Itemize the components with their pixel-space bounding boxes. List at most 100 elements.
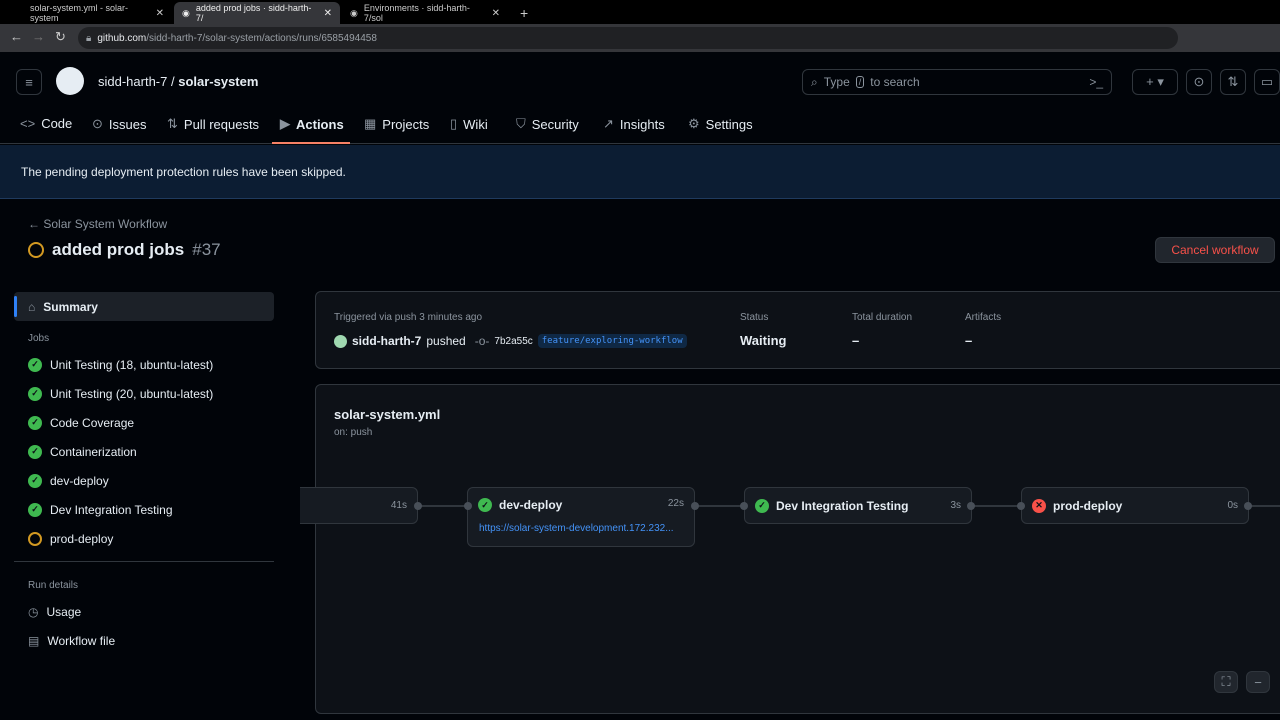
zoom-out-icon[interactable]: − xyxy=(1246,671,1270,693)
connector-dot xyxy=(464,502,472,510)
tab-pull-requests[interactable]: ⇅ Pull requests xyxy=(167,116,259,132)
sidebar-item-summary[interactable]: ⌂ Summary xyxy=(14,292,274,321)
connector-dot xyxy=(414,502,422,510)
sidebar-job-item[interactable]: prod-deploy xyxy=(14,524,274,553)
close-icon[interactable]: ✕ xyxy=(324,8,332,19)
new-tab-button[interactable]: + xyxy=(512,2,536,24)
address-bar-row: ← → ↻ 🔒︎ github.com/sidd-harth-7/solar-sy… xyxy=(0,24,1280,52)
run-number: #37 xyxy=(192,240,221,259)
book-icon: ▯ xyxy=(450,116,458,131)
job-duration: 22s xyxy=(667,498,684,509)
sidebar-job-item[interactable]: ✓ Code Coverage xyxy=(14,408,274,437)
workflow-trigger: on: push xyxy=(334,427,373,438)
github-icon: ◉ xyxy=(182,7,190,18)
tab-settings[interactable]: ⚙ Settings xyxy=(688,116,753,132)
graph-icon: ↗ xyxy=(603,116,614,131)
sidebar-job-item[interactable]: ✓ Containerization xyxy=(14,437,274,466)
tab-label: Security xyxy=(531,116,579,132)
sidebar-item-workflow-file[interactable]: ▤ Workflow file xyxy=(14,626,274,655)
connector-dot xyxy=(1017,502,1025,510)
actor-link[interactable]: sidd-harth-7 xyxy=(352,334,421,348)
tab-actions[interactable]: ▶ Actions xyxy=(280,116,344,132)
browser-tab[interactable]: solar-system.yml - solar-system ✕ xyxy=(22,2,172,24)
tab-code[interactable]: <> Code xyxy=(20,116,72,131)
job-connector xyxy=(972,505,1022,507)
pull-requests-icon[interactable]: ⇅ xyxy=(1220,69,1246,95)
sidebar-job-item[interactable]: ✓ Unit Testing (18, ubuntu-latest) xyxy=(14,350,274,379)
github-logo-icon[interactable] xyxy=(56,67,84,95)
tab-label: Wiki xyxy=(463,116,488,132)
close-icon[interactable]: ✕ xyxy=(156,8,164,19)
check-icon: ✓ xyxy=(28,357,42,372)
job-duration: 41s xyxy=(390,500,407,511)
tab-issues[interactable]: ⊙ Issues xyxy=(92,116,146,132)
search-input[interactable]: ⌕ Type / to search >_ xyxy=(802,69,1112,95)
tab-label: Pull requests xyxy=(183,116,260,132)
trigger-text: Triggered via push 3 minutes ago xyxy=(334,312,483,323)
tab-title: solar-system.yml - solar-system xyxy=(30,3,129,23)
url-domain: github.com xyxy=(97,32,147,44)
url-input[interactable]: 🔒︎ github.com/sidd-harth-7/solar-system/a… xyxy=(78,27,1178,49)
job-name: prod-deploy xyxy=(1053,498,1123,513)
check-icon: ✓ xyxy=(755,498,769,513)
jobs-heading: Jobs xyxy=(28,333,50,344)
gear-icon: ⚙ xyxy=(688,116,700,131)
back-to-workflow-link[interactable]: ← Solar System Workflow xyxy=(28,217,167,231)
sidebar-job-item[interactable]: ✓ dev-deploy xyxy=(14,466,274,495)
tab-wiki[interactable]: ▯ Wiki xyxy=(450,116,488,132)
tab-security[interactable]: ⛉ Security xyxy=(516,116,579,132)
connector-dot xyxy=(691,502,699,510)
tab-title: Environments · sidd-harth-7/sol xyxy=(363,3,470,23)
active-tab-underline xyxy=(272,142,350,144)
workflow-job-node-dev-deploy[interactable]: ✓ dev-deploy 22s https://solar-system-deve… xyxy=(467,487,695,547)
connector-dot xyxy=(1244,502,1252,510)
branch-badge[interactable]: feature/exploring-workflow xyxy=(537,334,687,348)
close-icon[interactable]: ✕ xyxy=(492,8,500,19)
status-value: Waiting xyxy=(740,333,787,348)
sidebar-job-item[interactable]: ✓ Unit Testing (20, ubuntu-latest) xyxy=(14,379,274,408)
environment-url-link[interactable]: https://solar-system-development.172.232… xyxy=(479,523,674,534)
search-icon: ⌕ xyxy=(811,74,818,89)
browser-tab[interactable]: ◉ Environments · sidd-harth-7/sol ✕ xyxy=(342,2,508,24)
repo-link[interactable]: solar-system xyxy=(178,74,258,89)
sidebar-item-usage[interactable]: ◷ Usage xyxy=(14,597,274,626)
duration-label: Total duration xyxy=(852,312,913,323)
fullscreen-icon[interactable]: ⛶ xyxy=(1214,671,1238,693)
browser-tab-active[interactable]: ◉ added prod jobs · sidd-harth-7/ ✕ xyxy=(174,2,340,24)
check-icon: ✓ xyxy=(28,386,42,401)
table-icon: ▦ xyxy=(364,116,377,131)
tab-label: Projects xyxy=(382,116,430,132)
code-icon: <> xyxy=(20,116,36,131)
check-icon: ✓ xyxy=(28,444,42,459)
create-new-button[interactable]: + ▾ xyxy=(1132,69,1178,95)
sidebar-job-item[interactable]: ✓ Dev Integration Testing xyxy=(14,495,274,524)
clock-icon xyxy=(28,531,42,546)
job-label: Unit Testing (18, ubuntu-latest) xyxy=(50,357,214,372)
reload-icon[interactable]: ↻ xyxy=(55,29,66,45)
search-placeholder: to search xyxy=(870,75,920,89)
shield-icon: ⛉ xyxy=(516,116,526,131)
url-path: /sidd-harth-7/solar-system/actions/runs/… xyxy=(146,32,377,44)
commit-link[interactable]: 7b2a55c xyxy=(494,336,532,347)
job-name: dev-deploy xyxy=(499,498,563,512)
job-label: Containerization xyxy=(50,444,137,459)
command-palette-icon[interactable]: >_ xyxy=(1089,75,1103,89)
workflow-job-node-dev-integration-testing[interactable]: ✓ Dev Integration Testing 3s xyxy=(744,487,972,524)
workflow-job-node-prod-deploy[interactable]: ✕ prod-deploy 0s xyxy=(1021,487,1249,524)
cancel-workflow-button[interactable]: Cancel workflow xyxy=(1155,237,1275,263)
back-icon[interactable]: ← xyxy=(10,29,23,44)
forward-icon[interactable]: → xyxy=(32,29,45,44)
search-placeholder: Type xyxy=(823,75,850,89)
workflow-job-node[interactable]: 41s xyxy=(300,487,418,524)
menu-icon[interactable]: ≡ xyxy=(16,69,42,95)
tab-insights[interactable]: ↗ Insights xyxy=(603,116,665,132)
file-icon: ▤ xyxy=(28,633,40,648)
job-label: Unit Testing (20, ubuntu-latest) xyxy=(50,386,214,401)
issue-icon: ⊙ xyxy=(92,116,103,131)
issues-icon[interactable]: ⊙ xyxy=(1186,69,1212,95)
tab-projects[interactable]: ▦ Projects xyxy=(364,116,429,132)
tab-label: Insights xyxy=(619,116,665,132)
owner-link[interactable]: sidd-harth-7 xyxy=(98,74,167,89)
inbox-icon[interactable]: ▭ xyxy=(1254,69,1280,95)
tab-label: Settings xyxy=(705,116,753,132)
